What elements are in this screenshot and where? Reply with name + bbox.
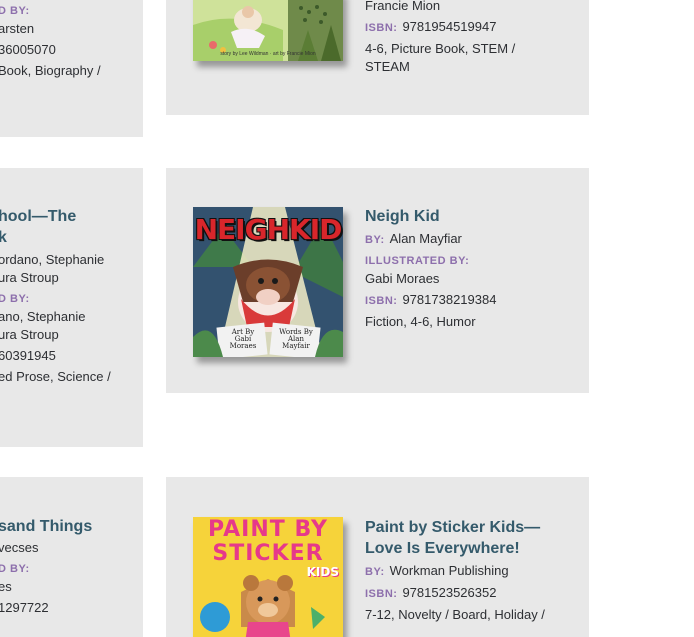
- isbn-label: ISBN:: [365, 22, 398, 34]
- by-label: BY:: [365, 566, 385, 578]
- book-card-left-3-text: sand Things vecses D BY: es 1297722: [0, 516, 92, 617]
- book-categories: Fiction, 4-6, Humor: [365, 314, 476, 329]
- book-cover-3[interactable]: PAINT BY STICKER KIDS: [193, 517, 343, 637]
- book-categories: 7-12, Novelty / Board, Holiday /: [365, 607, 545, 622]
- illustrator-line-2: ura Stroup: [0, 327, 59, 342]
- isbn-value: 9781523526352: [402, 585, 497, 600]
- author-name: Alan Mayfiar: [389, 231, 462, 246]
- book-card-3: PAINT BY STICKER KIDS Paint by Sticker K…: [166, 477, 589, 637]
- illustrated-by-label: ILLUSTRATED BY:: [365, 255, 470, 267]
- cover-title-line-1: PAINT BY: [208, 517, 328, 542]
- book-title[interactable]: Paint by Sticker Kids— Love Is Everywher…: [365, 517, 565, 559]
- book-card-left-2: hool—The k ordano, Stephanie ura Stroup …: [0, 168, 143, 447]
- isbn-row: ISBN: 9781954519947: [365, 18, 565, 37]
- book-cover-1[interactable]: story by Lee Wildman · art by Francie Mi…: [193, 0, 343, 61]
- book-title[interactable]: sand Things: [0, 516, 92, 537]
- cover-words-name-2: Mayfair: [282, 342, 310, 350]
- isbn-label: ISBN:: [365, 295, 398, 307]
- cover-words-credit: Words By Alan Mayfair: [275, 329, 317, 350]
- isbn-value: 9781954519947: [402, 19, 497, 34]
- cover-caption: story by Lee Wildman · art by Francie Mi…: [220, 51, 316, 57]
- book-title-line-1: Paint by Sticker Kids—: [365, 519, 541, 536]
- isbn-row: ISBN: 9781738219384: [365, 291, 565, 310]
- book-card-left-1: D BY: arsten 36005070 Book, Biography /: [0, 0, 143, 137]
- book-categories-line-1: 4-6, Picture Book, STEM /: [365, 41, 516, 56]
- isbn-value: 60391945: [0, 348, 56, 363]
- cover-art-name-2: Moraes: [229, 342, 257, 350]
- isbn-value: 1297722: [0, 600, 49, 615]
- cover-title: PAINT BY STICKER: [193, 518, 343, 566]
- isbn-value: 9781738219384: [402, 292, 497, 307]
- book-categories: ed Prose, Science /: [0, 369, 111, 384]
- cover-kids: KIDS: [306, 565, 339, 579]
- author-name: Workman Publishing: [389, 563, 509, 578]
- illustrator-name: es: [0, 579, 12, 594]
- illustrator-name: Francie Mion: [365, 0, 441, 13]
- isbn-label: ISBN:: [365, 588, 398, 600]
- author-name: vecses: [0, 540, 39, 555]
- book-title[interactable]: Neigh Kid: [365, 206, 565, 227]
- book-info-3: Paint by Sticker Kids— Love Is Everywher…: [365, 517, 565, 624]
- book-title-line-2: k: [0, 229, 7, 246]
- book-card-left-2-text: hool—The k ordano, Stephanie ura Stroup …: [0, 206, 111, 386]
- book-title[interactable]: hool—The k: [0, 206, 111, 248]
- illustrator-name: Gabi Moraes: [365, 271, 440, 286]
- illustrator-name: arsten: [0, 21, 35, 36]
- book-info-2: Neigh Kid BY: Alan Mayfiar ILLUSTRATED BY…: [365, 206, 565, 331]
- isbn-row: ISBN: 9781523526352: [365, 584, 565, 603]
- cover-title-line-2: STICKER: [212, 541, 324, 566]
- book-card-2: NEIGHKID Art By Gabi Moraes Words By Ala…: [166, 168, 589, 393]
- isbn-value: 36005070: [0, 42, 56, 57]
- illustrated-by-label: D BY:: [0, 563, 30, 575]
- illustrated-by-label: D BY:: [0, 293, 30, 305]
- book-categories: Book, Biography /: [0, 63, 101, 78]
- cover-art-credit: Art By Gabi Moraes: [223, 329, 263, 350]
- author-line-1: ordano, Stephanie: [0, 252, 105, 267]
- illustrated-by-label: D BY:: [0, 5, 30, 17]
- book-card-left-3: sand Things vecses D BY: es 1297722: [0, 477, 143, 637]
- illustrator-line-1: ano, Stephanie: [0, 309, 86, 324]
- author-line-2: ura Stroup: [0, 270, 59, 285]
- cover-title: NEIGHKID: [194, 213, 343, 246]
- book-title-line-2: Love Is Everywhere!: [365, 540, 520, 557]
- author-row: BY: Alan Mayfiar: [365, 230, 565, 249]
- by-label: BY:: [365, 234, 385, 246]
- book-cover-2[interactable]: NEIGHKID Art By Gabi Moraes Words By Ala…: [193, 207, 343, 357]
- book-card-left-1-text: D BY: arsten 36005070 Book, Biography /: [0, 2, 101, 80]
- book-categories-line-2: STEAM: [365, 59, 410, 74]
- author-row: BY: Workman Publishing: [365, 562, 565, 581]
- book-card-1: story by Lee Wildman · art by Francie Mi…: [166, 0, 589, 115]
- book-title-line-1: hool—The: [0, 208, 77, 225]
- book-info-1: Francie Mion ISBN: 9781954519947 4-6, Pic…: [365, 0, 565, 76]
